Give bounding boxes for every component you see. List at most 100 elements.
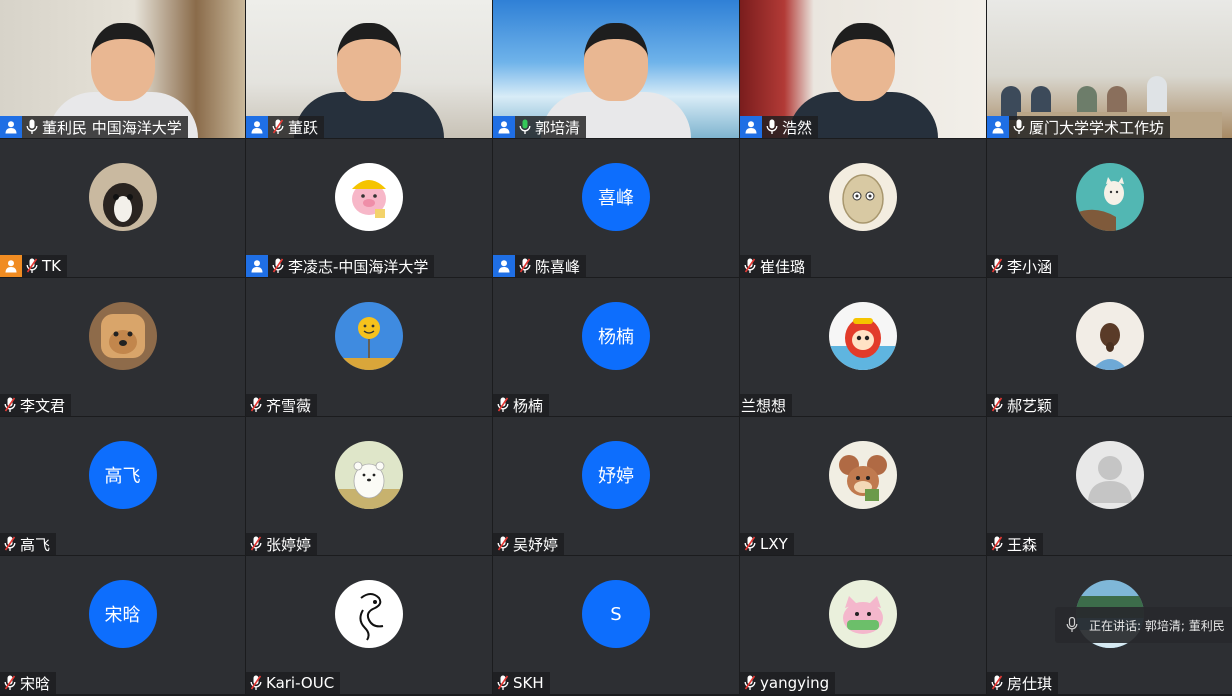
participant-namebar: 王森 xyxy=(987,533,1044,555)
participant-tile[interactable]: yangying xyxy=(740,556,986,694)
participant-tile[interactable]: 李小涵 xyxy=(987,139,1232,277)
mic-muted-icon xyxy=(495,396,511,414)
participant-tile[interactable]: 郝艺颖 xyxy=(987,278,1232,416)
participant-tile[interactable]: 崔佳璐 xyxy=(740,139,986,277)
participant-tile[interactable]: 兰想想 xyxy=(740,278,986,416)
participant-tile[interactable]: 妤婷 吴妤婷 xyxy=(493,417,739,555)
participant-namebar: 李小涵 xyxy=(987,255,1059,277)
participant-namebar: 董利民 中国海洋大学 xyxy=(0,116,188,138)
mic-muted-icon xyxy=(2,396,18,414)
participant-namebar: 郭培清 xyxy=(493,116,587,138)
participant-namebar: 李文君 xyxy=(0,394,72,416)
user-icon xyxy=(0,116,22,138)
mic-muted-icon xyxy=(248,535,264,553)
mic-icon xyxy=(24,118,40,136)
participant-tile[interactable]: 王森 xyxy=(987,417,1232,555)
participant-namebar: 吴妤婷 xyxy=(493,533,565,555)
participant-namebar: 杨楠 xyxy=(493,394,550,416)
participant-grid: 董利民 中国海洋大学 董跃 郭培清 浩然 厦门大学学术工作坊 TK 李凌志-中国海洋大学 喜峰… xyxy=(0,0,1232,696)
mic-muted-icon xyxy=(517,257,533,275)
participant-name: SKH xyxy=(513,674,544,692)
participant-name: 李凌志-中国海洋大学 xyxy=(288,257,429,276)
participant-name: 兰想想 xyxy=(741,396,787,415)
participant-tile[interactable]: 宋晗 宋晗 xyxy=(0,556,245,694)
participant-namebar: SKH xyxy=(493,672,550,694)
user-icon xyxy=(493,116,515,138)
dog-photo-avatar xyxy=(88,163,157,231)
participant-namebar: 陈喜峰 xyxy=(493,255,587,277)
user-icon xyxy=(0,255,22,277)
avatar-initials: S xyxy=(582,580,650,648)
user-icon xyxy=(493,255,515,277)
participant-namebar: Kari-OUC xyxy=(246,672,341,694)
participant-tile[interactable]: 董跃 xyxy=(246,0,492,138)
user-icon xyxy=(246,116,268,138)
mic-muted-icon xyxy=(989,396,1005,414)
participant-namebar: TK xyxy=(0,255,67,277)
participant-namebar: 高飞 xyxy=(0,533,57,555)
participant-name: 李文君 xyxy=(20,396,66,415)
mic-muted-icon xyxy=(248,674,264,692)
participant-tile[interactable]: 高飞 高飞 xyxy=(0,417,245,555)
cartoon-mouse-avatar xyxy=(829,441,897,509)
participant-tile[interactable]: LXY xyxy=(740,417,986,555)
mic-muted-icon xyxy=(270,118,286,136)
participant-name: 吴妤婷 xyxy=(513,535,559,554)
mic-icon xyxy=(517,118,533,136)
avatar-initials: 喜峰 xyxy=(582,163,650,231)
participant-name: 杨楠 xyxy=(513,396,544,415)
participant-name: 房仕琪 xyxy=(1007,674,1053,693)
participant-namebar: 李凌志-中国海洋大学 xyxy=(246,255,435,277)
participant-tile[interactable]: 喜峰陈喜峰 xyxy=(493,139,739,277)
participant-namebar: 宋晗 xyxy=(0,672,57,694)
mic-muted-icon xyxy=(270,257,286,275)
participant-tile[interactable]: TK xyxy=(0,139,245,277)
avatar-initials: 宋晗 xyxy=(88,580,157,648)
mic-muted-icon xyxy=(248,396,264,414)
participant-name: 崔佳璐 xyxy=(760,257,806,276)
participant-name: 董跃 xyxy=(288,118,319,137)
mic-muted-icon xyxy=(742,674,758,692)
mic-icon xyxy=(1011,118,1027,136)
mic-muted-icon xyxy=(989,674,1005,692)
speaking-indicator: 正在讲话: 郭培清; 董利民 xyxy=(1055,607,1232,643)
participant-namebar: 崔佳璐 xyxy=(740,255,812,277)
participant-tile[interactable]: 李文君 xyxy=(0,278,245,416)
speaking-label: 正在讲话: 郭培清; 董利民 xyxy=(1089,618,1225,633)
participant-tile[interactable]: 厦门大学学术工作坊 xyxy=(987,0,1232,138)
participant-name: 郝艺颖 xyxy=(1007,396,1053,415)
dog-bread-avatar xyxy=(88,302,157,370)
mic-muted-icon xyxy=(742,257,758,275)
participant-name: 齐雪薇 xyxy=(266,396,312,415)
default-user-avatar xyxy=(1075,441,1144,509)
participant-namebar: 董跃 xyxy=(246,116,325,138)
line-art-logo-avatar xyxy=(335,580,403,648)
participant-name: 浩然 xyxy=(782,118,813,137)
participant-tile[interactable]: S SKH xyxy=(493,556,739,694)
girl-back-avatar xyxy=(1075,302,1144,370)
participant-tile[interactable]: 郭培清 xyxy=(493,0,739,138)
cartoon-pig-avatar xyxy=(335,163,403,231)
participant-namebar: 齐雪薇 xyxy=(246,394,318,416)
participant-namebar: 兰想想 xyxy=(740,394,793,416)
participant-tile[interactable]: 董利民 中国海洋大学 xyxy=(0,0,245,138)
participant-tile[interactable]: 齐雪薇 xyxy=(246,278,492,416)
participant-name: 王森 xyxy=(1007,535,1038,554)
participant-tile[interactable]: 李凌志-中国海洋大学 xyxy=(246,139,492,277)
participant-name: 高飞 xyxy=(20,535,51,554)
mic-muted-icon xyxy=(989,257,1005,275)
mic-muted-icon xyxy=(742,535,758,553)
participant-name: 宋晗 xyxy=(20,674,51,693)
user-icon xyxy=(740,116,762,138)
mic-muted-icon xyxy=(24,257,40,275)
cartoon-pink-cat-avatar xyxy=(829,580,897,648)
participant-tile[interactable]: 杨楠 杨楠 xyxy=(493,278,739,416)
participant-name: LXY xyxy=(760,535,788,553)
participant-name: 李小涵 xyxy=(1007,257,1053,276)
participant-tile[interactable]: 浩然 xyxy=(740,0,986,138)
mic-muted-icon xyxy=(989,535,1005,553)
participant-tile[interactable]: Kari-OUC xyxy=(246,556,492,694)
participant-name: yangying xyxy=(760,674,830,692)
participant-namebar: 浩然 xyxy=(740,116,819,138)
participant-tile[interactable]: 张婷婷 xyxy=(246,417,492,555)
